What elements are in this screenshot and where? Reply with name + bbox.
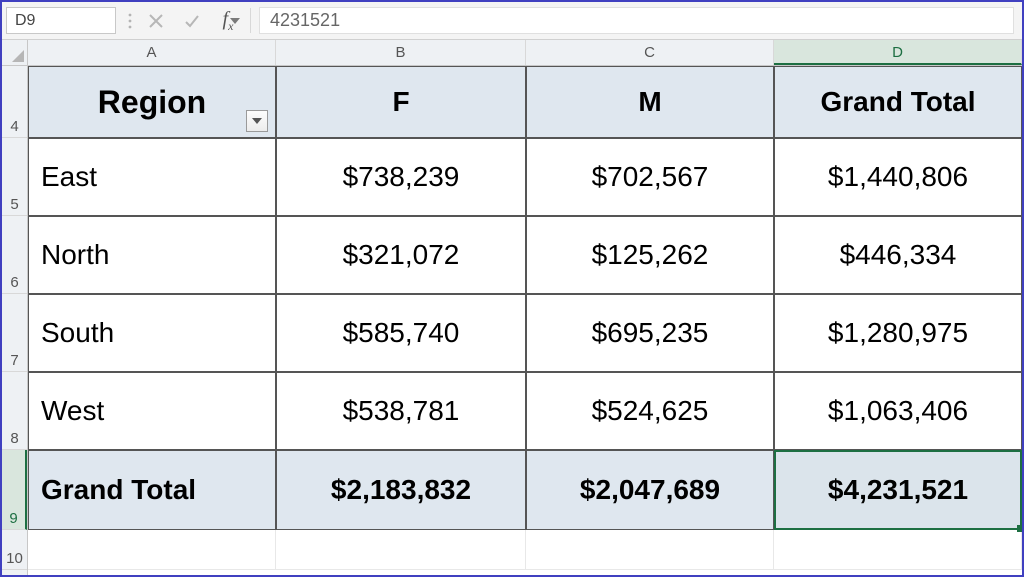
enter-icon: [174, 2, 210, 39]
row-headers: 4 5 6 7 8 9 10: [2, 66, 28, 575]
table-row: East $738,239 $702,567 $1,440,806: [28, 138, 1022, 216]
row-header-10[interactable]: 10: [2, 530, 27, 570]
cell[interactable]: [276, 530, 526, 570]
table-row: West $538,781 $524,625 $1,063,406: [28, 372, 1022, 450]
pivot-cell[interactable]: $524,625: [526, 372, 774, 450]
pivot-row-label[interactable]: East: [28, 138, 276, 216]
select-all-icon: [12, 50, 24, 62]
row-header-5[interactable]: 5: [2, 138, 27, 216]
pivot-header-M[interactable]: M: [526, 66, 774, 138]
select-all-corner[interactable]: [2, 40, 28, 66]
pivot-cell[interactable]: $695,235: [526, 294, 774, 372]
row-header-7[interactable]: 7: [2, 294, 27, 372]
pivot-header-region[interactable]: Region: [28, 66, 276, 138]
pivot-cell[interactable]: $1,280,975: [774, 294, 1022, 372]
pivot-cell[interactable]: $125,262: [526, 216, 774, 294]
column-headers: A B C D: [28, 40, 1022, 66]
pivot-cell[interactable]: $585,740: [276, 294, 526, 372]
table-row: [28, 530, 1022, 570]
table-row: Region F M Grand Total: [28, 66, 1022, 138]
pivot-grand-cell[interactable]: $2,183,832: [276, 450, 526, 530]
cells-area[interactable]: Region F M Grand Total East $738,239 $70…: [28, 66, 1022, 575]
row-header-9[interactable]: 9: [2, 450, 27, 530]
cell[interactable]: [28, 530, 276, 570]
cancel-icon: [138, 2, 174, 39]
pivot-header-F[interactable]: F: [276, 66, 526, 138]
pivot-cell[interactable]: $321,072: [276, 216, 526, 294]
table-row: North $321,072 $125,262 $446,334: [28, 216, 1022, 294]
pivot-cell[interactable]: $702,567: [526, 138, 774, 216]
table-row: South $585,740 $695,235 $1,280,975: [28, 294, 1022, 372]
formula-input-container[interactable]: [259, 7, 1014, 34]
pivot-grand-cell[interactable]: $4,231,521: [774, 450, 1022, 530]
pivot-grand-cell[interactable]: $2,047,689: [526, 450, 774, 530]
pivot-row-label[interactable]: North: [28, 216, 276, 294]
pivot-cell[interactable]: $1,440,806: [774, 138, 1022, 216]
row-header-8[interactable]: 8: [2, 372, 27, 450]
spreadsheet-grid[interactable]: A B C D 4 5 6 7 8 9 10 Region F M Grand …: [2, 40, 1022, 575]
insert-function-button[interactable]: fx: [210, 2, 246, 39]
formula-bar: fx: [2, 2, 1022, 40]
pivot-header-grand[interactable]: Grand Total: [774, 66, 1022, 138]
pivot-cell[interactable]: $538,781: [276, 372, 526, 450]
table-row: Grand Total $2,183,832 $2,047,689 $4,231…: [28, 450, 1022, 530]
cell[interactable]: [774, 530, 1022, 570]
separator: [250, 8, 251, 33]
pivot-cell[interactable]: $1,063,406: [774, 372, 1022, 450]
pivot-cell[interactable]: $446,334: [774, 216, 1022, 294]
pivot-grand-label[interactable]: Grand Total: [28, 450, 276, 530]
pivot-row-label[interactable]: South: [28, 294, 276, 372]
pivot-cell[interactable]: $738,239: [276, 138, 526, 216]
pivot-row-label[interactable]: West: [28, 372, 276, 450]
name-box[interactable]: [6, 7, 116, 34]
column-header-C[interactable]: C: [526, 40, 774, 65]
formula-input[interactable]: [260, 8, 1013, 33]
resize-grip-icon[interactable]: [122, 2, 138, 39]
column-header-D[interactable]: D: [774, 40, 1022, 65]
column-header-A[interactable]: A: [28, 40, 276, 65]
column-header-B[interactable]: B: [276, 40, 526, 65]
row-header-6[interactable]: 6: [2, 216, 27, 294]
row-header-4[interactable]: 4: [2, 66, 27, 138]
filter-dropdown-region[interactable]: [246, 110, 268, 132]
cell[interactable]: [526, 530, 774, 570]
